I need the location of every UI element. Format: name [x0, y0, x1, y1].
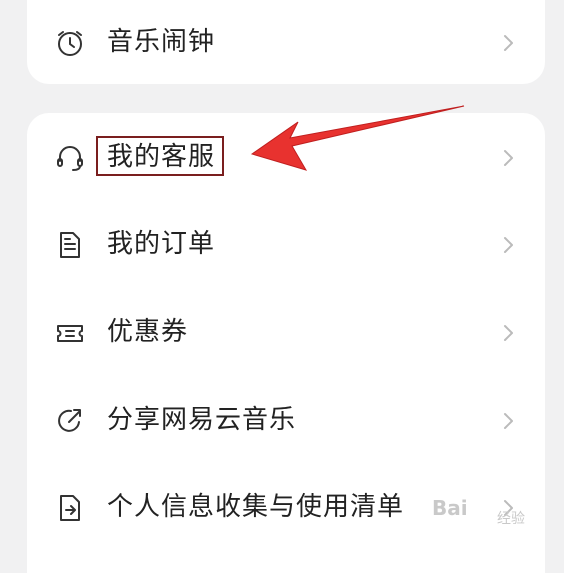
- chevron-right-icon: [497, 322, 519, 344]
- menu-item-label: 分享网易云音乐: [107, 405, 297, 435]
- watermark-subtext: 经验: [497, 511, 525, 527]
- chevron-right-icon: [497, 234, 519, 256]
- share-icon: [55, 406, 85, 436]
- chevron-right-icon: [497, 410, 519, 432]
- settings-card-top: 音乐闹钟: [27, 0, 545, 84]
- document-icon: [55, 230, 85, 260]
- menu-item-label: 优惠券: [107, 317, 189, 347]
- menu-item-coupons[interactable]: 优惠券: [27, 302, 545, 362]
- menu-item-label: 音乐闹钟: [107, 27, 216, 57]
- annotation-arrow-icon: [250, 105, 465, 171]
- menu-item-label: 我的订单: [107, 229, 216, 259]
- highlight-box: [96, 136, 224, 176]
- info-list-icon: [55, 493, 85, 523]
- chevron-right-icon: [497, 32, 519, 54]
- menu-item-my-orders[interactable]: 我的订单: [27, 214, 545, 274]
- menu-item-label: 个人信息收集与使用清单: [107, 492, 405, 522]
- menu-item-music-alarm[interactable]: 音乐闹钟: [27, 12, 545, 72]
- headset-icon: [55, 143, 85, 173]
- menu-item-share[interactable]: 分享网易云音乐: [27, 390, 545, 450]
- coupon-icon: [55, 318, 85, 348]
- alarm-clock-icon: [55, 28, 85, 58]
- watermark-logo: Bai: [432, 496, 468, 520]
- chevron-right-icon: [497, 147, 519, 169]
